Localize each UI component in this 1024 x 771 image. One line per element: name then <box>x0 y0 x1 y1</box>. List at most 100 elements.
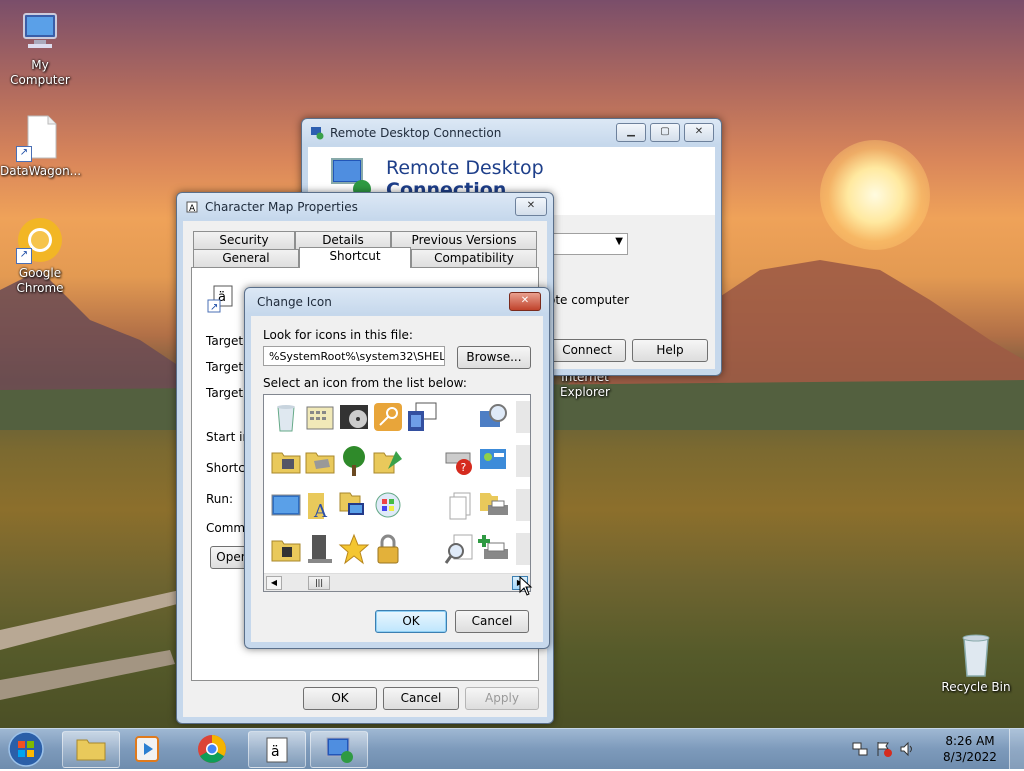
lock-icon[interactable] <box>372 533 404 565</box>
svg-text:A: A <box>189 204 196 214</box>
key-icon[interactable] <box>372 401 404 433</box>
svg-text:↗: ↗ <box>210 302 218 313</box>
tab-compatibility[interactable]: Compatibility <box>411 249 537 267</box>
find-file-icon[interactable] <box>444 533 476 565</box>
rdc-header-line1: Remote Desktop <box>386 157 544 179</box>
apply-button[interactable]: Apply <box>465 687 539 710</box>
charmap-titlebar[interactable]: A Character Map Properties ✕ <box>177 193 553 221</box>
partial-icon[interactable] <box>516 489 530 521</box>
desktop-icon-my-computer[interactable]: My Computer <box>0 8 80 88</box>
maximize-button[interactable]: ▢ <box>650 123 680 142</box>
change-icon-title: Change Icon <box>257 295 332 309</box>
desktop-icon-label: Explorer <box>560 385 610 399</box>
change-icon-dialog[interactable]: Change Icon ✕ Look for icons in this fil… <box>244 287 550 649</box>
charmap-title: Character Map Properties <box>205 200 358 214</box>
partial-icon[interactable] <box>516 533 530 565</box>
run-label: Run: <box>206 492 234 506</box>
search-computer-icon[interactable] <box>478 401 510 433</box>
fonts-folder-icon[interactable]: A <box>304 489 336 522</box>
documents-icon[interactable] <box>444 489 476 521</box>
add-printer-icon[interactable] <box>478 533 510 565</box>
control-panel-icon[interactable] <box>478 445 510 477</box>
folder-drive-icon[interactable] <box>304 445 336 477</box>
scroll-left-icon[interactable]: ◀ <box>266 576 282 590</box>
folder-settings-icon[interactable] <box>270 445 302 477</box>
favorites-star-icon[interactable] <box>338 533 370 565</box>
charmap-icon: ä <box>266 737 288 763</box>
mouse-cursor-icon <box>519 576 533 596</box>
server-icon[interactable] <box>304 533 336 565</box>
help-drive-icon[interactable]: ? <box>444 445 476 477</box>
printers-folder-icon[interactable] <box>478 489 510 521</box>
desktop-monitor-icon[interactable] <box>270 489 302 521</box>
media-player-icon <box>135 736 159 762</box>
taskbar-explorer-button[interactable] <box>62 731 120 768</box>
chrome-icon: ↗ <box>16 216 64 264</box>
cancel-button[interactable]: Cancel <box>383 687 459 710</box>
font-window-icon[interactable] <box>406 401 438 433</box>
folder-arrow-icon[interactable] <box>372 445 404 477</box>
computer-combobox[interactable]: ▼ <box>548 233 628 255</box>
close-button[interactable]: ✕ <box>684 123 714 142</box>
taskbar-media-player-button[interactable] <box>120 731 176 766</box>
tab-general[interactable]: General <box>193 249 299 267</box>
remote-desktop-icon <box>326 737 353 763</box>
volume-icon[interactable] <box>900 741 916 757</box>
printer-icon[interactable] <box>516 401 530 433</box>
tab-shortcut[interactable]: Shortcut <box>299 247 411 268</box>
desktop-icon-google-chrome[interactable]: ↗ Google Chrome <box>0 216 80 296</box>
minimize-button[interactable]: ▁ <box>616 123 646 142</box>
partial-icon[interactable] <box>516 445 530 477</box>
cancel-button[interactable]: Cancel <box>455 610 529 633</box>
file-icon: ↗ <box>16 114 64 162</box>
change-icon-body: Look for icons in this file: %SystemRoot… <box>251 316 543 642</box>
icon-list[interactable]: ? A ◀ ||| <box>263 394 531 592</box>
ok-button[interactable]: OK <box>375 610 447 633</box>
clock[interactable]: 8:26 AM 8/3/2022 <box>940 733 1000 765</box>
desktop-icon-recycle-bin[interactable]: Recycle Bin <box>936 630 1016 695</box>
ok-button[interactable]: OK <box>303 687 377 710</box>
shortcut-arrow-icon: ↗ <box>16 146 32 162</box>
scroll-thumb[interactable]: ||| <box>308 576 330 590</box>
taskbar-chrome-button[interactable] <box>184 731 240 766</box>
svg-text:ä: ä <box>271 744 280 760</box>
clock-time: 8:26 AM <box>945 734 995 748</box>
target-label: Target: <box>206 386 248 400</box>
windows-update-icon[interactable] <box>372 489 404 521</box>
shortcut-arrow-icon: ↗ <box>16 248 32 264</box>
desktop-icon-label: DataWagon... <box>0 164 82 178</box>
connect-button[interactable]: Connect <box>548 339 626 362</box>
close-button[interactable]: ✕ <box>515 197 547 216</box>
start-button[interactable] <box>4 730 48 768</box>
network-folder-icon[interactable] <box>338 489 370 521</box>
rdc-title: Remote Desktop Connection <box>330 126 502 140</box>
taskbar-charmap-button[interactable]: ä <box>248 731 306 768</box>
action-center-flag-icon[interactable] <box>876 741 892 757</box>
desktop-icon-label: Recycle Bin <box>941 680 1011 694</box>
show-desktop-button[interactable] <box>1009 729 1024 769</box>
taskbar-rdc-button[interactable] <box>310 731 368 768</box>
icon-file-input[interactable]: %SystemRoot%\system32\SHELL32 <box>263 346 445 366</box>
dvd-drive-icon[interactable] <box>338 401 370 433</box>
network-icon[interactable] <box>852 741 868 757</box>
change-icon-titlebar[interactable]: Change Icon ✕ <box>245 288 549 316</box>
rdc-titlebar[interactable]: Remote Desktop Connection ▁ ▢ ✕ <box>302 119 721 147</box>
keyboard-icon[interactable] <box>304 401 336 433</box>
tab-previous-versions[interactable]: Previous Versions <box>391 231 537 249</box>
folder-tools-icon[interactable] <box>270 533 302 565</box>
tree-icon[interactable] <box>338 445 370 477</box>
recycle-bin-icon[interactable] <box>270 401 302 433</box>
clock-date: 8/3/2022 <box>943 750 997 764</box>
browse-button[interactable]: Browse... <box>457 346 531 369</box>
chevron-down-icon: ▼ <box>615 236 623 247</box>
close-button[interactable]: ✕ <box>509 292 541 311</box>
rdc-app-icon <box>310 126 324 140</box>
desktop-icon-label: Google Chrome <box>16 266 64 295</box>
tab-security[interactable]: Security <box>193 231 295 249</box>
help-button[interactable]: Help <box>632 339 708 362</box>
folder-icon <box>76 739 106 761</box>
look-for-icons-label: Look for icons in this file: <box>263 328 413 342</box>
system-tray: 8:26 AM 8/3/2022 <box>844 729 1024 769</box>
desktop-icon-datawagon[interactable]: ↗ DataWagon... <box>0 114 82 179</box>
icon-list-horizontal-scrollbar[interactable]: ◀ ||| ▶ <box>264 573 530 591</box>
